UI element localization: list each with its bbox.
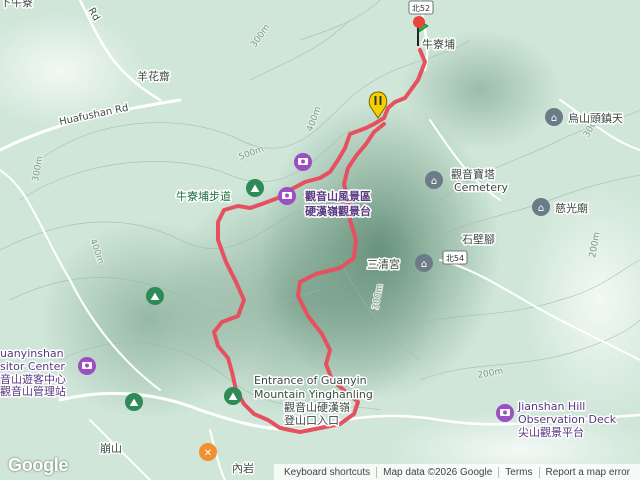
- terms-link[interactable]: Terms: [498, 466, 538, 478]
- road-shield-north54: 北54: [442, 250, 468, 265]
- place-label-yinghanling-deck: 硬漢嶺觀景台: [305, 204, 371, 218]
- place-label-cemetery: Cemetery: [454, 181, 509, 194]
- place-label-visitor-center-zh: 觀音山管理站: [0, 384, 66, 398]
- svg-text:✕: ✕: [204, 448, 212, 459]
- place-label-jianshan-en: Observation Deck: [518, 413, 617, 426]
- place-label-guanyin-tower: 觀音寶塔: [451, 167, 495, 181]
- hiking-icon[interactable]: ⛰: [246, 179, 264, 197]
- place-label-visitor-center-en: uanyinshan: [0, 347, 64, 360]
- attribution-bar: Keyboard shortcuts Map data ©2026 Google…: [273, 464, 640, 480]
- place-label-xiashipu: 下牛寮: [0, 0, 33, 9]
- place-label-entrance-en: Mountain Yinghanling: [254, 388, 373, 401]
- temple-icon[interactable]: ⌂: [415, 254, 433, 272]
- hiking-icon[interactable]: ⛰: [125, 393, 143, 411]
- map-data-text: Map data ©2026 Google: [376, 466, 498, 478]
- svg-text:⛰: ⛰: [150, 290, 159, 303]
- svg-text:⌂: ⌂: [551, 113, 557, 124]
- place-label-jianshan-zh: 尖山觀景平台: [518, 425, 584, 439]
- keyboard-shortcuts-link[interactable]: Keyboard shortcuts: [278, 467, 376, 478]
- svg-text:⌂: ⌂: [431, 176, 437, 187]
- place-label-guanyinshan-scenic: 觀音山風景區: [305, 189, 371, 203]
- place-label-bengshan: 崩山: [100, 441, 122, 455]
- photo-spot-icon[interactable]: [294, 153, 312, 171]
- temple-icon[interactable]: ⌂: [425, 171, 443, 189]
- svg-text:⛰: ⛰: [228, 390, 237, 403]
- svg-text:⛰: ⛰: [129, 396, 138, 409]
- temple-icon[interactable]: ⌂: [545, 108, 563, 126]
- map-canvas[interactable]: 300m 300m 400m 400m 500m 200m 200m 300m …: [0, 0, 640, 480]
- place-label-wushantou: 烏山頭鎮天: [568, 111, 623, 125]
- place-label-visitor-center-zh: 音山遊客中心: [0, 372, 66, 386]
- svg-text:北52: 北52: [412, 4, 430, 13]
- place-label-entrance-zh: 觀音山硬漢嶺: [284, 400, 350, 414]
- google-logo[interactable]: Google: [8, 455, 69, 476]
- road-shield-north52: 北52: [408, 0, 434, 15]
- hiking-icon[interactable]: ⛰: [224, 387, 242, 405]
- restaurant-icon[interactable]: ✕: [199, 443, 217, 461]
- place-label-niuliaobu: 牛寮埔: [422, 37, 455, 51]
- place-label-neiyan: 內岩: [232, 461, 254, 475]
- place-label-visitor-center-en: sitor Center: [0, 360, 65, 373]
- place-label-sanqinggong: 三清宮: [367, 257, 400, 271]
- svg-text:⌂: ⌂: [421, 259, 427, 270]
- place-label-ciguangmiao: 慈光廟: [555, 201, 588, 215]
- report-error-link[interactable]: Report a map error: [538, 466, 636, 478]
- photo-spot-icon[interactable]: [78, 357, 96, 375]
- end-marker[interactable]: [413, 16, 425, 28]
- svg-text:北54: 北54: [446, 254, 464, 263]
- place-label-jianshan-en: Jianshan Hill: [517, 400, 585, 413]
- place-label-yanghuazhai: 羊花齋: [137, 69, 170, 83]
- temple-icon[interactable]: ⌂: [532, 198, 550, 216]
- svg-text:⛰: ⛰: [250, 182, 259, 195]
- place-label-entrance-zh: 登山口入口: [284, 413, 339, 427]
- photo-spot-icon[interactable]: [496, 404, 514, 422]
- hiking-icon[interactable]: ⛰: [146, 287, 164, 305]
- place-label-entrance-en: Entrance of Guanyin: [254, 374, 367, 387]
- place-label-niuliaobu-trail: 牛寮埔步道: [176, 189, 231, 203]
- svg-text:⌂: ⌂: [538, 203, 544, 214]
- place-label-shibijiao: 石壁腳: [462, 232, 495, 246]
- photo-spot-icon[interactable]: [278, 187, 296, 205]
